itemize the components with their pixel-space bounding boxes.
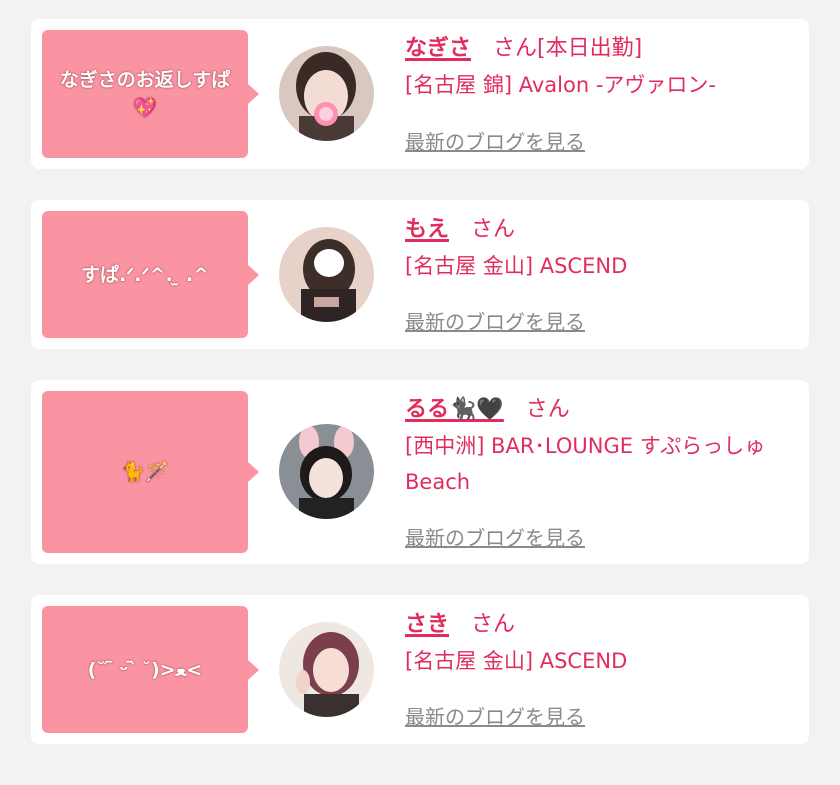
latest-blog-link[interactable]: 最新のブログを見る — [405, 522, 585, 551]
girl-card[interactable]: なぎさのお返しすぱ💖 なぎさ さん[本日出勤] [名古屋 錦] Avalon -ア… — [31, 19, 809, 169]
shop-name: [西中洲] BAR･LOUNGE すぷらっしゅBeach — [405, 434, 766, 494]
message-bubble: 🐈🪄 — [42, 391, 259, 553]
girl-card[interactable]: すぱ.ᐟ.ᐟ^. ̫ .^ もえ さん [名古屋 金山] ASCEND 最新のブロ… — [31, 200, 809, 349]
girl-name-link[interactable]: もえ — [405, 217, 449, 242]
latest-blog-link[interactable]: 最新のブログを見る — [405, 701, 585, 730]
avatar[interactable] — [279, 424, 374, 519]
avatar[interactable] — [279, 227, 374, 322]
avatar[interactable] — [279, 46, 374, 141]
shop-name: [名古屋 錦] Avalon -アヴァロン- — [405, 73, 716, 97]
name-suffix: さん — [525, 397, 570, 422]
latest-blog-link[interactable]: 最新のブログを見る — [405, 306, 585, 335]
girl-name-link[interactable]: なぎさ — [405, 36, 471, 61]
message-text: すぱ.ᐟ.ᐟ^. ̫ .^ — [80, 263, 210, 286]
message-bubble: (˘ ᷇ ᵕ ᷆ ˘)>ﻌ< — [42, 606, 259, 733]
girl-photo-icon — [279, 622, 374, 717]
latest-blog-link[interactable]: 最新のブログを見る — [405, 126, 585, 155]
name-suffix: さん — [471, 217, 516, 242]
girl-card[interactable]: (˘ ᷇ ᵕ ᷆ ˘)>ﻌ< さき さん [名古屋 金山] ASCEND 最新のブ… — [31, 595, 809, 744]
message-text: (˘ ᷇ ᵕ ᷆ ˘)>ﻌ< — [87, 658, 203, 681]
name-suffix: さん[本日出勤] — [493, 36, 643, 61]
girl-name-link[interactable]: るる🐈‍⬛🖤 — [405, 397, 504, 422]
message-text: 🐈🪄 — [121, 461, 169, 483]
girl-name-link[interactable]: さき — [405, 612, 449, 637]
girl-photo-icon — [279, 46, 374, 141]
name-suffix: さん — [471, 612, 516, 637]
message-text: なぎさのお返しすぱ💖 — [59, 69, 231, 119]
avatar[interactable] — [279, 622, 374, 717]
shop-name: [名古屋 金山] ASCEND — [405, 254, 628, 278]
girl-card[interactable]: 🐈🪄 るる🐈‍⬛🖤 さん [西中洲] BAR･LOUNGE すぷらっしゅBeach… — [31, 380, 809, 564]
girl-photo-icon — [279, 424, 374, 519]
shop-name: [名古屋 金山] ASCEND — [405, 649, 628, 673]
message-bubble: すぱ.ᐟ.ᐟ^. ̫ .^ — [42, 211, 259, 338]
girl-photo-icon — [279, 227, 374, 322]
message-bubble: なぎさのお返しすぱ💖 — [42, 30, 259, 158]
